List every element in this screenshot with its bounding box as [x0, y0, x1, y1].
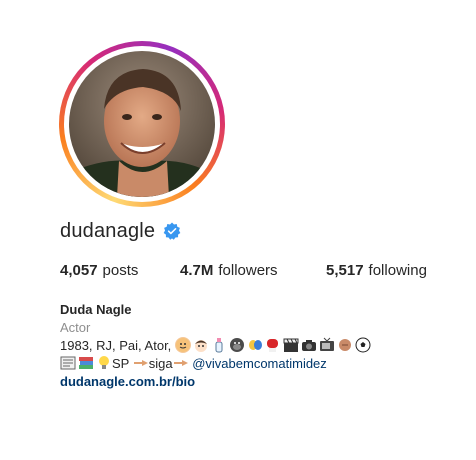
- soccer-ball-emoji-icon: [355, 337, 371, 353]
- bio-line-2-emojis: [60, 355, 112, 371]
- bio-line-1-text: 1983, RJ, Pai, Ator,: [60, 338, 172, 353]
- following-label: following: [368, 262, 427, 279]
- followers-stat[interactable]: 4.7M followers: [180, 262, 326, 279]
- category-label: Actor: [60, 320, 91, 335]
- light-bulb-emoji-icon: [96, 355, 112, 371]
- verified-badge-icon: [163, 222, 181, 240]
- thumbs-emoji-icon: [337, 337, 353, 353]
- avatar[interactable]: [69, 51, 215, 197]
- books-emoji-icon: [78, 355, 94, 371]
- followers-label: followers: [218, 262, 278, 279]
- boxing-glove-emoji-icon: [265, 337, 281, 353]
- username: dudanagle: [60, 219, 156, 242]
- bio-mention-link[interactable]: @vivabemcomatimidez: [192, 356, 327, 371]
- posts-label: posts: [102, 262, 139, 279]
- newspaper-emoji-icon: [60, 355, 76, 371]
- posts-stat[interactable]: 4,057 posts: [60, 262, 180, 279]
- masks-emoji-icon: [247, 337, 263, 353]
- following-count: 5,517: [326, 262, 364, 279]
- tv-emoji-icon: [319, 337, 335, 353]
- followers-count: 4.7M: [180, 262, 214, 279]
- username-row: dudanagle: [60, 217, 181, 245]
- bio-line-2: SP siga @vivabemcomatimidez: [60, 355, 460, 373]
- clapper-board-emoji-icon: [283, 337, 299, 353]
- profile-stats: 4,057 posts 4.7M followers 5,517 followi…: [60, 262, 427, 279]
- bio: Duda Nagle Actor 1983, RJ, Pai, Ator, SP…: [60, 301, 460, 391]
- baby-emoji-icon: [174, 337, 191, 353]
- camera-emoji-icon: [301, 337, 317, 353]
- bio-line-2-text-b: siga: [148, 356, 173, 371]
- gorilla-emoji-icon: [229, 337, 245, 353]
- avatar-photo: [69, 51, 215, 197]
- bio-line-1: 1983, RJ, Pai, Ator,: [60, 337, 460, 355]
- posts-count: 4,057: [60, 262, 98, 279]
- bottle-emoji-icon: [211, 337, 227, 353]
- pointing-hand-icon: [133, 355, 149, 371]
- bio-line-2-text-a: SP: [112, 356, 130, 371]
- boy-emoji-icon: [193, 337, 209, 353]
- following-stat[interactable]: 5,517 following: [326, 262, 427, 279]
- pointing-hand-icon: [173, 355, 189, 371]
- website-link[interactable]: dudanagle.com.br/bio: [60, 373, 195, 391]
- full-name: Duda Nagle: [60, 302, 132, 317]
- profile-picture-ring[interactable]: [59, 41, 225, 207]
- bio-line-1-emojis: [174, 337, 371, 353]
